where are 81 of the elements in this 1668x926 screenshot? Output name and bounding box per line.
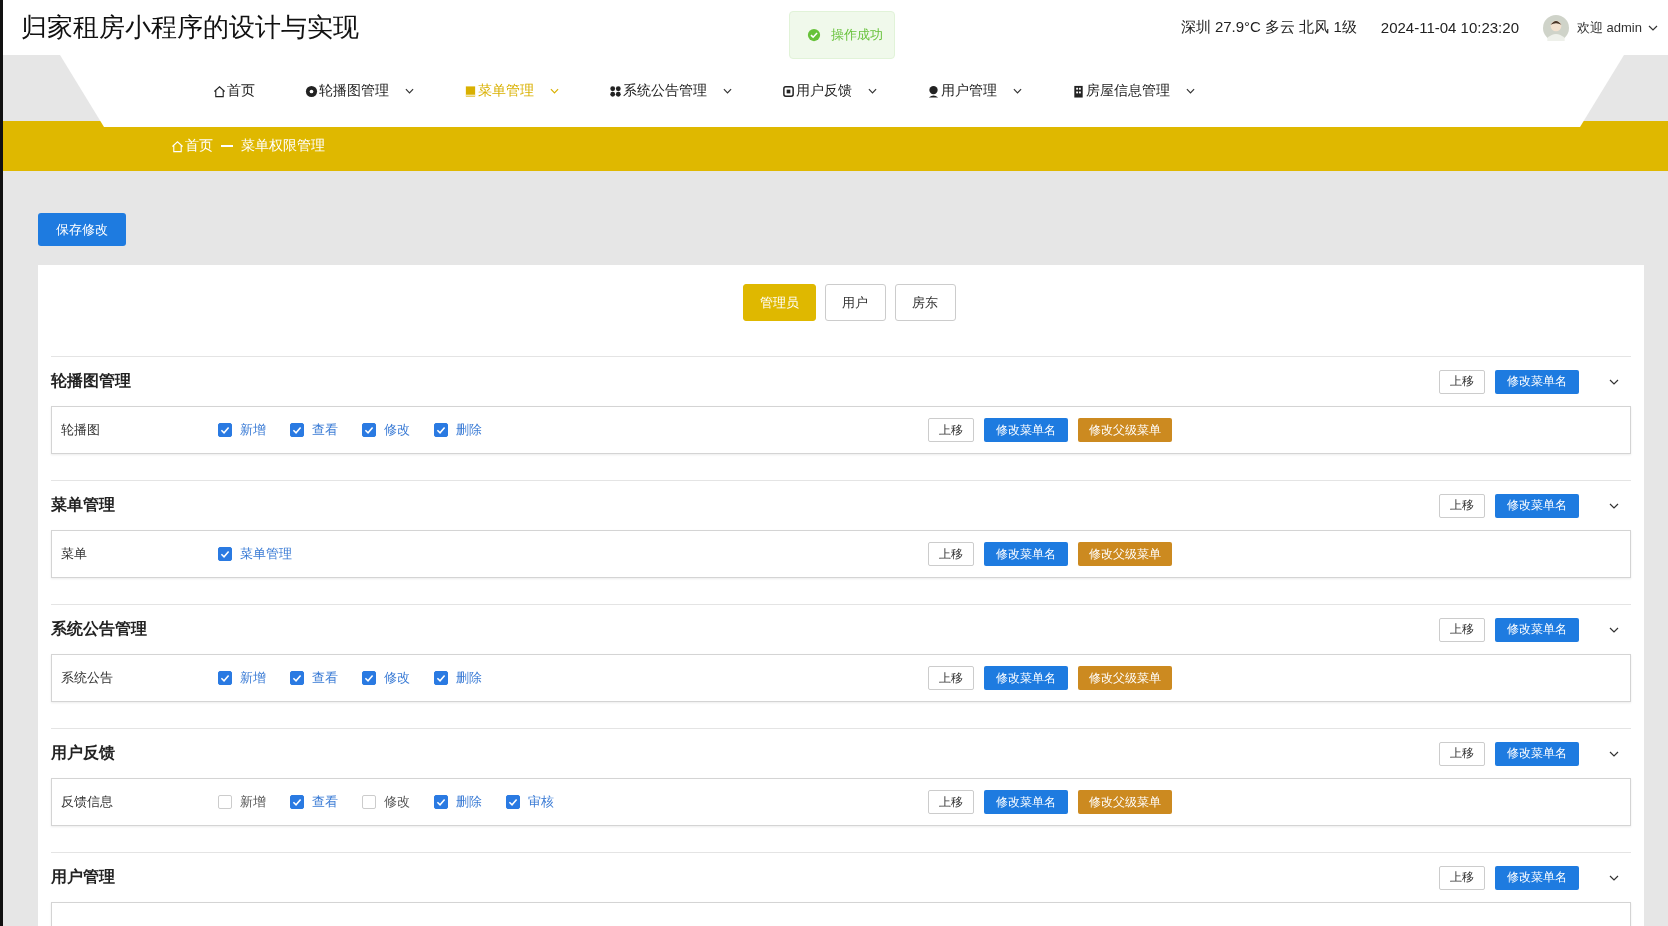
permission-checkbox[interactable]: 菜单管理 xyxy=(218,545,292,563)
move-up-button[interactable]: 上移 xyxy=(928,418,974,442)
person-icon xyxy=(927,84,940,98)
submenu-name: 系统公告 xyxy=(61,669,114,687)
disc-icon xyxy=(305,84,318,98)
rename-button[interactable]: 修改菜单名 xyxy=(1495,865,1579,890)
permission-checkbox[interactable]: 修改 xyxy=(362,421,410,439)
chevron-down-icon[interactable] xyxy=(1186,88,1195,94)
rename-button[interactable]: 修改菜单名 xyxy=(1495,617,1579,642)
chevron-down-icon[interactable] xyxy=(1609,626,1619,633)
user-menu[interactable]: 欢迎 admin xyxy=(1576,18,1642,37)
save-button[interactable]: 保存修改 xyxy=(38,213,126,246)
group-title: 菜单管理 xyxy=(51,495,116,515)
permission-checkbox[interactable]: 修改 xyxy=(362,669,410,687)
group-title: 轮播图管理 xyxy=(51,371,132,391)
submenu-name: 轮播图 xyxy=(61,421,101,439)
move-up-button[interactable]: 上移 xyxy=(928,542,974,566)
chevron-down-icon[interactable] xyxy=(1013,88,1022,94)
chevron-down-icon[interactable] xyxy=(868,88,877,94)
rename-button[interactable]: 修改菜单名 xyxy=(984,542,1068,566)
permission-checkbox[interactable]: 查看 xyxy=(290,421,338,439)
group-title: 用户反馈 xyxy=(51,743,116,763)
change-parent-button[interactable]: 修改父级菜单 xyxy=(1078,666,1172,690)
move-up-button[interactable]: 上移 xyxy=(1439,369,1485,394)
chevron-down-icon[interactable] xyxy=(1609,750,1619,757)
move-up-button[interactable]: 上移 xyxy=(1439,741,1485,766)
nav-item[interactable]: 用户管理 xyxy=(927,82,997,100)
rename-button[interactable]: 修改菜单名 xyxy=(984,790,1068,814)
weather-text: 深圳 27.9°C 多云 北风 1级 xyxy=(1180,18,1357,37)
breadcrumb-separator xyxy=(221,145,233,147)
permission-checkbox[interactable]: 审核 xyxy=(506,793,554,811)
chevron-down-icon[interactable] xyxy=(1609,502,1619,509)
permission-checkbox[interactable]: 查看 xyxy=(290,793,338,811)
chevron-down-icon[interactable] xyxy=(723,88,732,94)
rename-button[interactable]: 修改菜单名 xyxy=(1495,493,1579,518)
permission-checkbox[interactable]: 新增 xyxy=(218,669,266,687)
role-tab[interactable]: 房东 xyxy=(894,284,956,321)
permission-checkbox[interactable]: 查看 xyxy=(290,669,338,687)
role-tab[interactable]: 用户 xyxy=(824,284,886,321)
submenu-name: 反馈信息 xyxy=(61,793,114,811)
permission-checkbox[interactable]: 删除 xyxy=(434,793,482,811)
app-title: 归家租房小程序的设计与实现 xyxy=(21,11,359,44)
check-circle-icon xyxy=(807,28,821,42)
group-title: 系统公告管理 xyxy=(51,619,148,639)
change-parent-button[interactable]: 修改父级菜单 xyxy=(1078,418,1172,442)
date-time: 2024-11-04 10:23:20 xyxy=(1380,19,1519,36)
nav-item[interactable]: 首页 xyxy=(213,82,255,100)
nav-item[interactable]: 房屋信息管理 xyxy=(1072,82,1170,100)
rename-button[interactable]: 修改菜单名 xyxy=(984,666,1068,690)
permission-checkbox[interactable]: 删除 xyxy=(434,669,482,687)
move-up-button[interactable]: 上移 xyxy=(928,666,974,690)
permission-checkbox[interactable]: 删除 xyxy=(434,421,482,439)
permission-checkbox[interactable]: 新增 xyxy=(218,421,266,439)
submenu-name: 菜单 xyxy=(61,545,88,563)
home-icon xyxy=(213,84,226,98)
chip-icon xyxy=(782,84,795,98)
chevron-down-icon[interactable] xyxy=(1609,874,1619,881)
nav-item[interactable]: 轮播图管理 xyxy=(305,82,389,100)
avatar-icon xyxy=(1542,14,1569,41)
move-up-button[interactable]: 上移 xyxy=(1439,493,1485,518)
chevron-down-icon[interactable] xyxy=(1648,24,1658,31)
move-up-button[interactable]: 上移 xyxy=(1439,865,1485,890)
nav-item[interactable]: 用户反馈 xyxy=(782,82,852,100)
home-icon xyxy=(171,139,184,153)
building-icon xyxy=(1072,84,1085,98)
rename-button[interactable]: 修改菜单名 xyxy=(1495,741,1579,766)
chevron-down-icon[interactable] xyxy=(1609,378,1619,385)
permission-checkbox[interactable]: 新增 xyxy=(218,793,266,811)
toast-message: 操作成功 xyxy=(831,26,883,44)
change-parent-button[interactable]: 修改父级菜单 xyxy=(1078,790,1172,814)
group-title: 用户管理 xyxy=(51,867,116,887)
change-parent-button[interactable]: 修改父级菜单 xyxy=(1078,542,1172,566)
move-up-button[interactable]: 上移 xyxy=(1439,617,1485,642)
rename-button[interactable]: 修改菜单名 xyxy=(984,418,1068,442)
nav-item[interactable]: 系统公告管理 xyxy=(609,82,707,100)
book-icon xyxy=(464,84,477,98)
chevron-down-icon[interactable] xyxy=(405,88,414,94)
permission-checkbox[interactable]: 修改 xyxy=(362,793,410,811)
rename-button[interactable]: 修改菜单名 xyxy=(1495,369,1579,394)
move-up-button[interactable]: 上移 xyxy=(928,790,974,814)
grid-icon xyxy=(609,84,622,98)
